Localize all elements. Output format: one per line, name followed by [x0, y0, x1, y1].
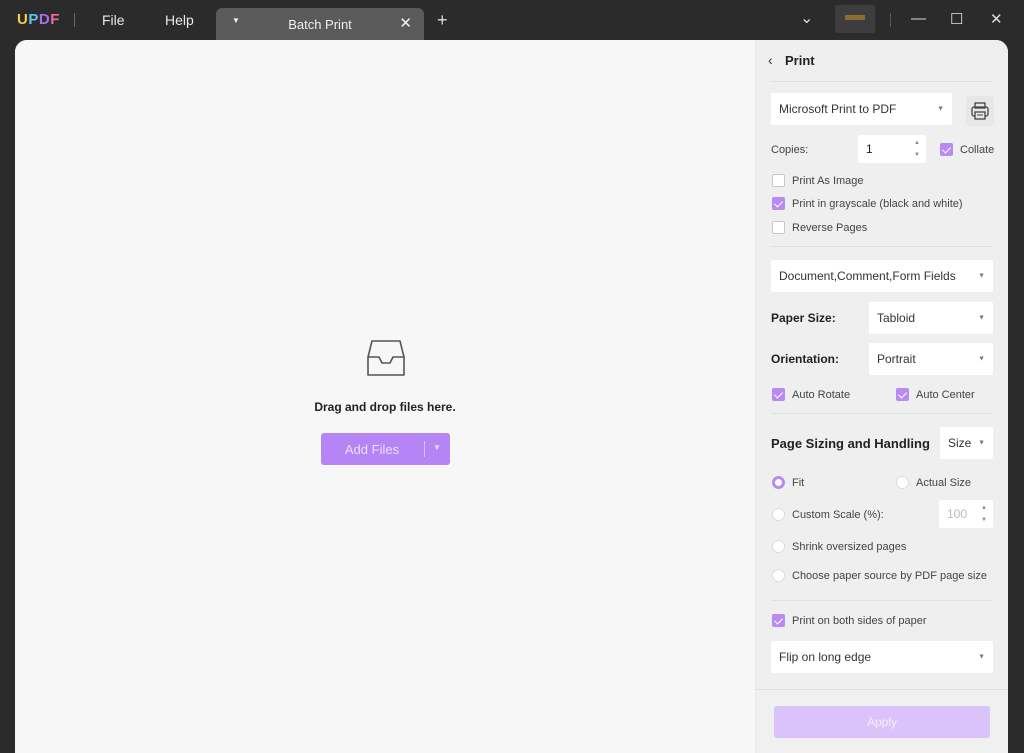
page-sizing-label: Page Sizing and Handling	[771, 436, 930, 451]
flip-select[interactable]: Flip on long edge ▼	[771, 641, 993, 673]
collate-label: Collate	[960, 144, 995, 156]
custom-scale-radio[interactable]	[772, 508, 785, 521]
reverse-pages-label: Reverse Pages	[792, 222, 868, 234]
divider	[890, 13, 891, 27]
drop-zone[interactable]: Drag and drop files here. Add Files ▼	[15, 40, 755, 753]
collate-checkbox[interactable]	[940, 143, 953, 156]
fit-label: Fit	[792, 477, 805, 489]
chevron-down-icon: ▼	[978, 314, 985, 322]
increment-icon[interactable]: ▲	[981, 505, 987, 511]
shrink-oversized-label: Shrink oversized pages	[792, 541, 907, 553]
auto-rotate-label: Auto Rotate	[792, 389, 851, 401]
chevron-down-icon: ▼	[937, 105, 944, 113]
tab-batch-print[interactable]: ▼ Batch Print ✕	[216, 8, 424, 40]
maximize-button[interactable]: ☐	[950, 10, 963, 28]
panel-title: Print	[785, 53, 815, 68]
copies-label: Copies:	[771, 144, 809, 156]
divider	[756, 689, 1008, 690]
decrement-icon[interactable]: ▼	[981, 517, 987, 523]
drop-message: Drag and drop files here.	[314, 400, 456, 414]
paper-size-select[interactable]: Tabloid ▼	[869, 302, 993, 334]
chevron-down-icon[interactable]: ⌄	[800, 8, 813, 28]
menu-help[interactable]: Help	[165, 12, 194, 28]
add-files-dropdown-icon[interactable]: ▼	[433, 443, 441, 452]
avatar-image	[845, 15, 865, 20]
add-files-label: Add Files	[344, 442, 400, 457]
auto-rotate-checkbox[interactable]	[772, 388, 785, 401]
print-content-value: Document,Comment,Form Fields	[779, 269, 956, 283]
flip-value: Flip on long edge	[779, 650, 872, 664]
printer-select[interactable]: Microsoft Print to PDF ▼	[771, 93, 952, 125]
printer-icon	[971, 102, 989, 120]
increment-icon[interactable]: ▲	[914, 140, 920, 146]
printer-value: Microsoft Print to PDF	[779, 102, 897, 116]
logo-letter: P	[28, 11, 39, 28]
print-as-image-checkbox[interactable]	[772, 174, 785, 187]
logo-letter: D	[38, 11, 51, 28]
tab-close-icon[interactable]: ✕	[399, 14, 412, 32]
apply-button[interactable]: Apply	[774, 706, 990, 738]
actual-size-radio[interactable]	[896, 476, 909, 489]
custom-scale-stepper[interactable]: 100 ▲ ▼	[939, 500, 993, 528]
divider	[771, 600, 993, 601]
paper-source-radio[interactable]	[772, 569, 785, 582]
page-sizing-select[interactable]: Size ▼	[940, 427, 993, 459]
logo-letter: U	[17, 11, 29, 28]
reverse-pages-checkbox[interactable]	[772, 221, 785, 234]
print-content-select[interactable]: Document,Comment,Form Fields ▼	[771, 260, 993, 292]
divider	[771, 413, 993, 414]
avatar[interactable]	[835, 5, 875, 33]
divider	[424, 441, 425, 457]
duplex-label: Print on both sides of paper	[792, 615, 927, 627]
shrink-oversized-radio[interactable]	[772, 540, 785, 553]
printer-properties-button[interactable]	[966, 96, 994, 126]
divider	[74, 13, 75, 27]
auto-center-label: Auto Center	[916, 389, 975, 401]
orientation-value: Portrait	[877, 352, 916, 366]
paper-source-label: Choose paper source by PDF page size	[792, 570, 988, 582]
close-window-button[interactable]: ✕	[990, 10, 1003, 28]
divider	[771, 246, 993, 247]
back-icon[interactable]: ‹	[768, 52, 773, 68]
paper-size-label: Paper Size:	[771, 311, 836, 325]
minimize-button[interactable]: —	[911, 10, 926, 27]
copies-value: 1	[866, 142, 873, 156]
add-files-button[interactable]: Add Files ▼	[321, 433, 450, 465]
custom-scale-label: Custom Scale (%):	[792, 509, 884, 521]
updf-logo: UPDF	[17, 11, 60, 28]
chevron-down-icon: ▼	[978, 653, 985, 661]
custom-scale-value: 100	[947, 507, 968, 521]
duplex-checkbox[interactable]	[772, 614, 785, 627]
print-panel: ‹ Print Microsoft Print to PDF ▼ Copies:…	[755, 40, 1008, 753]
grayscale-checkbox[interactable]	[772, 197, 785, 210]
orientation-label: Orientation:	[771, 352, 839, 366]
tab-title: Batch Print	[288, 17, 352, 32]
paper-size-value: Tabloid	[877, 311, 916, 325]
add-tab-button[interactable]: +	[437, 10, 448, 31]
page-sizing-value: Size	[948, 436, 972, 450]
chevron-down-icon: ▼	[978, 272, 985, 280]
main-content: Drag and drop files here. Add Files ▼ ‹ …	[15, 40, 1008, 753]
fit-radio[interactable]	[772, 476, 785, 489]
title-bar: UPDF File Help ▼ Batch Print ✕ + ⌄ — ☐ ✕	[0, 0, 1024, 40]
copies-stepper[interactable]: 1 ▲ ▼	[858, 135, 926, 163]
menu-file[interactable]: File	[102, 12, 125, 28]
orientation-select[interactable]: Portrait ▼	[869, 343, 993, 375]
grayscale-label: Print in grayscale (black and white)	[792, 198, 963, 210]
divider	[771, 81, 993, 82]
auto-center-checkbox[interactable]	[896, 388, 909, 401]
logo-letter: F	[50, 11, 60, 28]
chevron-down-icon: ▼	[978, 439, 985, 447]
print-as-image-label: Print As Image	[792, 175, 864, 187]
chevron-down-icon: ▼	[978, 355, 985, 363]
inbox-tray-icon	[367, 340, 405, 376]
decrement-icon[interactable]: ▼	[914, 152, 920, 158]
actual-size-label: Actual Size	[916, 477, 972, 489]
